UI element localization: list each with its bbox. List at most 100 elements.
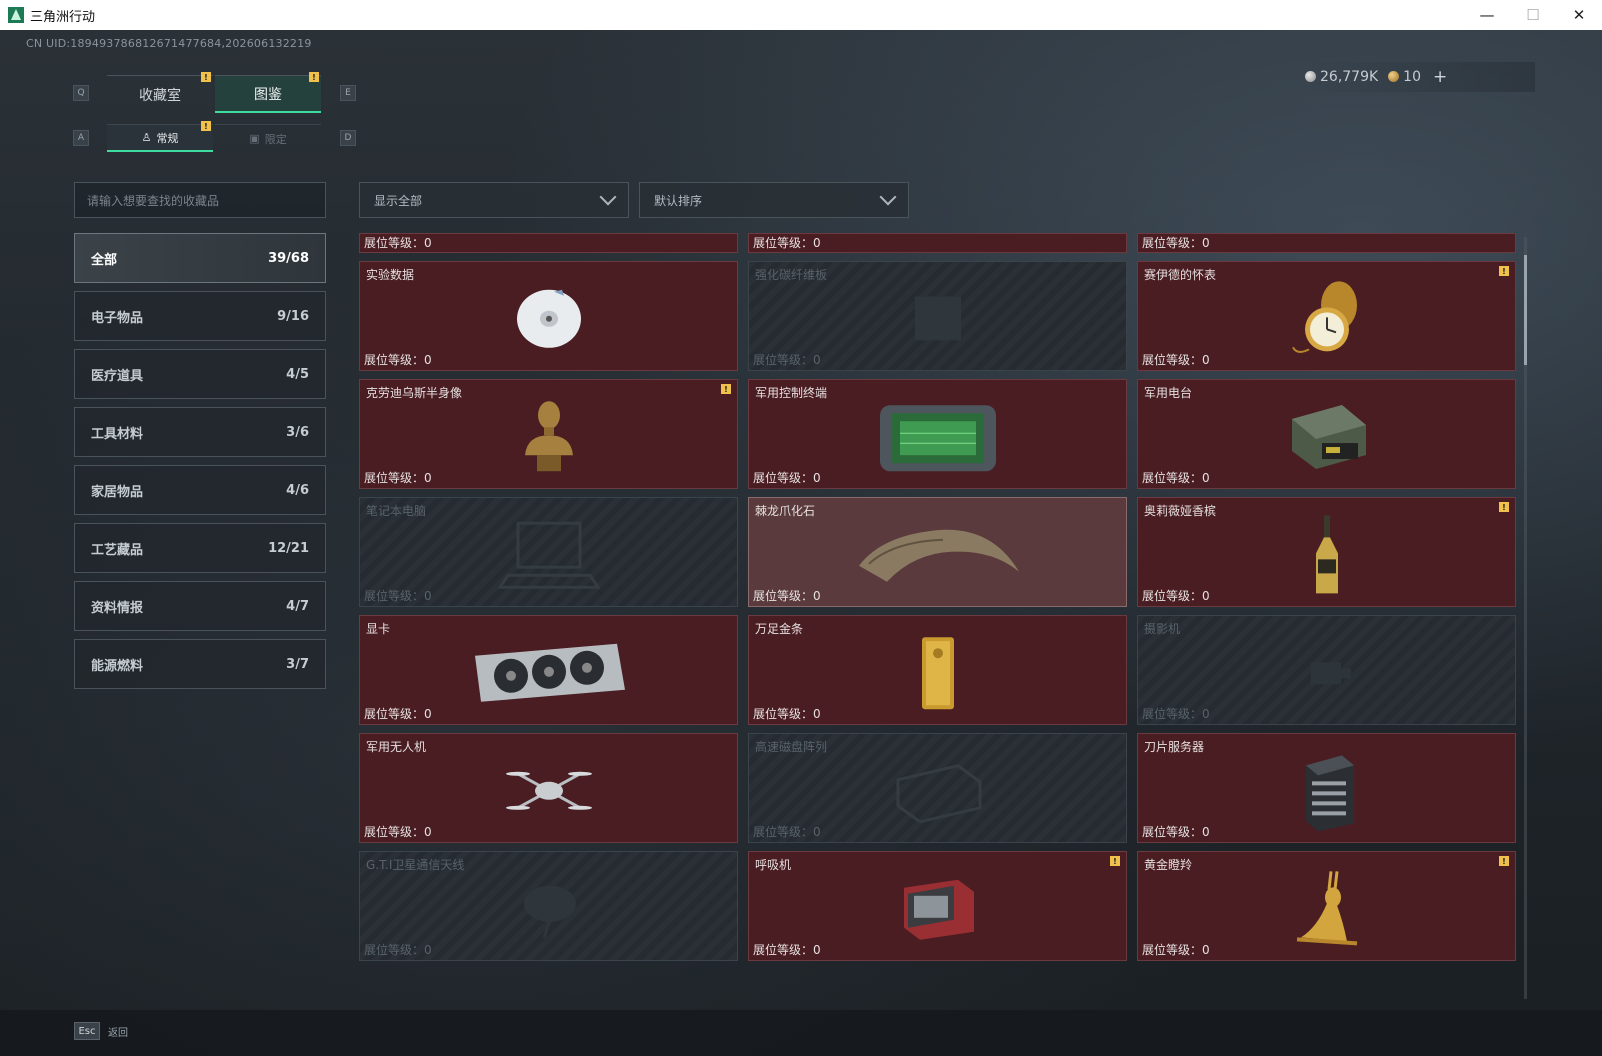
grid-scrollbar[interactable] bbox=[1524, 237, 1527, 999]
booth-level-label: 展位等级： bbox=[364, 353, 425, 367]
category-label: 工具材料 bbox=[91, 426, 144, 442]
category-label: 工艺藏品 bbox=[91, 542, 144, 558]
booth-level: 展位等级：0 bbox=[364, 705, 432, 722]
scrollbar-thumb[interactable] bbox=[1524, 255, 1527, 365]
tab-codex[interactable]: 图鉴 ! bbox=[215, 72, 321, 113]
esc-key-icon: Esc bbox=[74, 1022, 100, 1040]
close-button[interactable]: ✕ bbox=[1556, 0, 1602, 30]
gold-amount: 10 bbox=[1403, 69, 1421, 85]
collection-card-military-radio[interactable]: 军用电台 展位等级：0 bbox=[1137, 379, 1516, 489]
subtab-regular[interactable]: ♙ 常规 ! bbox=[107, 121, 213, 152]
category-label: 资料情报 bbox=[91, 600, 144, 616]
tab-collection-room-label: 收藏室 bbox=[139, 87, 181, 104]
grid-row-partial: 展位等级：0 展位等级：0 展位等级：0 bbox=[359, 233, 1519, 253]
item-name: 军用控制终端 bbox=[755, 386, 828, 400]
booth-level: 展位等级：0 bbox=[753, 941, 821, 958]
collection-card-laptop[interactable]: 笔记本电脑 展位等级：0 bbox=[359, 497, 738, 607]
collection-card-control-terminal[interactable]: 军用控制终端 展位等级：0 bbox=[748, 379, 1127, 489]
collection-card-camera[interactable]: 摄影机 展位等级：0 bbox=[1137, 615, 1516, 725]
subtab-limited[interactable]: ▣ 限定 bbox=[215, 124, 321, 152]
item-name: 军用电台 bbox=[1144, 386, 1193, 400]
disk-array-icon bbox=[896, 764, 981, 824]
item-name: G.T.I卫星通信天线 bbox=[366, 858, 465, 872]
collection-card-experiment-data[interactable]: 实验数据 展位等级：0 bbox=[359, 261, 738, 371]
collection-card[interactable]: 展位等级：0 bbox=[359, 233, 738, 253]
collection-grid: 展位等级：0 展位等级：0 展位等级：0 实验数据 展位等级：0 强化碳纤维板 bbox=[359, 233, 1519, 1001]
add-currency-button[interactable]: + bbox=[1433, 67, 1447, 87]
item-name: 军用无人机 bbox=[366, 740, 427, 754]
category-item-intel[interactable]: 资料情报 4/7 bbox=[74, 581, 326, 631]
alert-badge-icon: ! bbox=[1110, 856, 1120, 866]
booth-level-value: 0 bbox=[813, 589, 821, 603]
category-item-tools[interactable]: 工具材料 3/6 bbox=[74, 407, 326, 457]
sort-dropdown[interactable]: 默认排序 bbox=[639, 182, 909, 218]
booth-level: 展位等级：0 bbox=[753, 469, 821, 486]
category-count: 3/6 bbox=[286, 424, 309, 440]
app-logo-icon bbox=[8, 7, 24, 23]
category-item-household[interactable]: 家居物品 4/6 bbox=[74, 465, 326, 515]
back-button[interactable]: Esc 返回 bbox=[74, 1022, 128, 1040]
category-item-energy[interactable]: 能源燃料 3/7 bbox=[74, 639, 326, 689]
booth-level-label: 展位等级： bbox=[1142, 353, 1203, 367]
collection-card[interactable]: 展位等级：0 bbox=[748, 233, 1127, 253]
collection-card-blade-server[interactable]: 刀片服务器 展位等级：0 bbox=[1137, 733, 1516, 843]
sort-dropdown-value: 默认排序 bbox=[654, 193, 703, 208]
search-placeholder: 请输入想要查找的收藏品 bbox=[87, 193, 220, 208]
item-name: 笔记本电脑 bbox=[366, 504, 427, 518]
bottom-bar bbox=[0, 1010, 1602, 1056]
booth-level: 展位等级：0 bbox=[1142, 705, 1210, 722]
collection-card-bust[interactable]: 克劳迪乌斯半身像 ! 展位等级：0 bbox=[359, 379, 738, 489]
tab-collection-room[interactable]: 收藏室 ! bbox=[107, 72, 213, 113]
collection-card-champagne[interactable]: 奥莉薇娅香槟 ! 展位等级：0 bbox=[1137, 497, 1516, 607]
booth-level: 展位等级：0 bbox=[364, 234, 432, 251]
minimize-button[interactable]: — bbox=[1464, 0, 1510, 30]
booth-level-label: 展位等级： bbox=[1142, 471, 1203, 485]
collection-card-drone[interactable]: 军用无人机 展位等级：0 bbox=[359, 733, 738, 843]
booth-level-label: 展位等级： bbox=[753, 707, 814, 721]
filter-dropdown[interactable]: 显示全部 bbox=[359, 182, 629, 218]
gold-currency: 10 bbox=[1388, 69, 1421, 85]
booth-level-label: 展位等级： bbox=[1142, 589, 1203, 603]
carbon-plate-icon bbox=[914, 296, 961, 341]
category-item-electronics[interactable]: 电子物品 9/16 bbox=[74, 291, 326, 341]
booth-level-value: 0 bbox=[1202, 707, 1210, 721]
ventilator-icon bbox=[903, 879, 974, 940]
collection-card-disk-array[interactable]: 高速磁盘阵列 展位等级：0 bbox=[748, 733, 1127, 843]
collection-card[interactable]: 展位等级：0 bbox=[1137, 233, 1516, 253]
collection-card-claw-fossil[interactable]: 棘龙爪化石 展位等级：0 bbox=[748, 497, 1127, 607]
item-name: 赛伊德的怀表 bbox=[1144, 268, 1217, 282]
category-count: 4/5 bbox=[286, 366, 309, 382]
currency-bar: 26,779K 10 + bbox=[1305, 62, 1535, 92]
collection-card-gold-bar[interactable]: 万足金条 展位等级：0 bbox=[748, 615, 1127, 725]
alert-badge-icon: ! bbox=[1499, 266, 1509, 276]
item-name: 奥莉薇娅香槟 bbox=[1144, 504, 1217, 518]
booth-level: 展位等级：0 bbox=[1142, 234, 1210, 251]
category-item-crafts[interactable]: 工艺藏品 12/21 bbox=[74, 523, 326, 573]
collection-card-gold-gazelle[interactable]: 黄金瞪羚 ! 展位等级：0 bbox=[1137, 851, 1516, 961]
category-item-all[interactable]: 全部 39/68 bbox=[74, 233, 326, 283]
gold-coin-icon bbox=[1388, 71, 1400, 82]
category-item-medical[interactable]: 医疗道具 4/5 bbox=[74, 349, 326, 399]
maximize-button[interactable]: ☐ bbox=[1510, 0, 1556, 30]
search-input[interactable]: 请输入想要查找的收藏品 bbox=[74, 182, 326, 218]
booth-level-value: 0 bbox=[813, 236, 821, 250]
booth-level-value: 0 bbox=[1202, 825, 1210, 839]
alert-badge-icon: ! bbox=[1499, 856, 1509, 866]
bust-icon bbox=[524, 401, 573, 472]
collection-card-pocket-watch[interactable]: 赛伊德的怀表 ! 展位等级：0 bbox=[1137, 261, 1516, 371]
booth-level: 展位等级：0 bbox=[753, 351, 821, 368]
collection-card-ventilator[interactable]: 呼吸机 ! 展位等级：0 bbox=[748, 851, 1127, 961]
booth-level: 展位等级：0 bbox=[1142, 587, 1210, 604]
subtab-regular-label: 常规 bbox=[156, 131, 179, 145]
chevron-down-icon bbox=[879, 188, 897, 206]
gold-bar-icon bbox=[921, 637, 954, 710]
collection-card-gpu[interactable]: 显卡 展位等级：0 bbox=[359, 615, 738, 725]
collection-card-satellite-antenna[interactable]: G.T.I卫星通信天线 展位等级：0 bbox=[359, 851, 738, 961]
booth-level: 展位等级：0 bbox=[1142, 469, 1210, 486]
booth-level-value: 0 bbox=[813, 825, 821, 839]
category-count: 3/7 bbox=[286, 656, 309, 672]
booth-level-value: 0 bbox=[1202, 943, 1210, 957]
booth-level-label: 展位等级： bbox=[1142, 236, 1203, 250]
disc-icon bbox=[516, 289, 581, 348]
collection-card-carbon-plate[interactable]: 强化碳纤维板 展位等级：0 bbox=[748, 261, 1127, 371]
